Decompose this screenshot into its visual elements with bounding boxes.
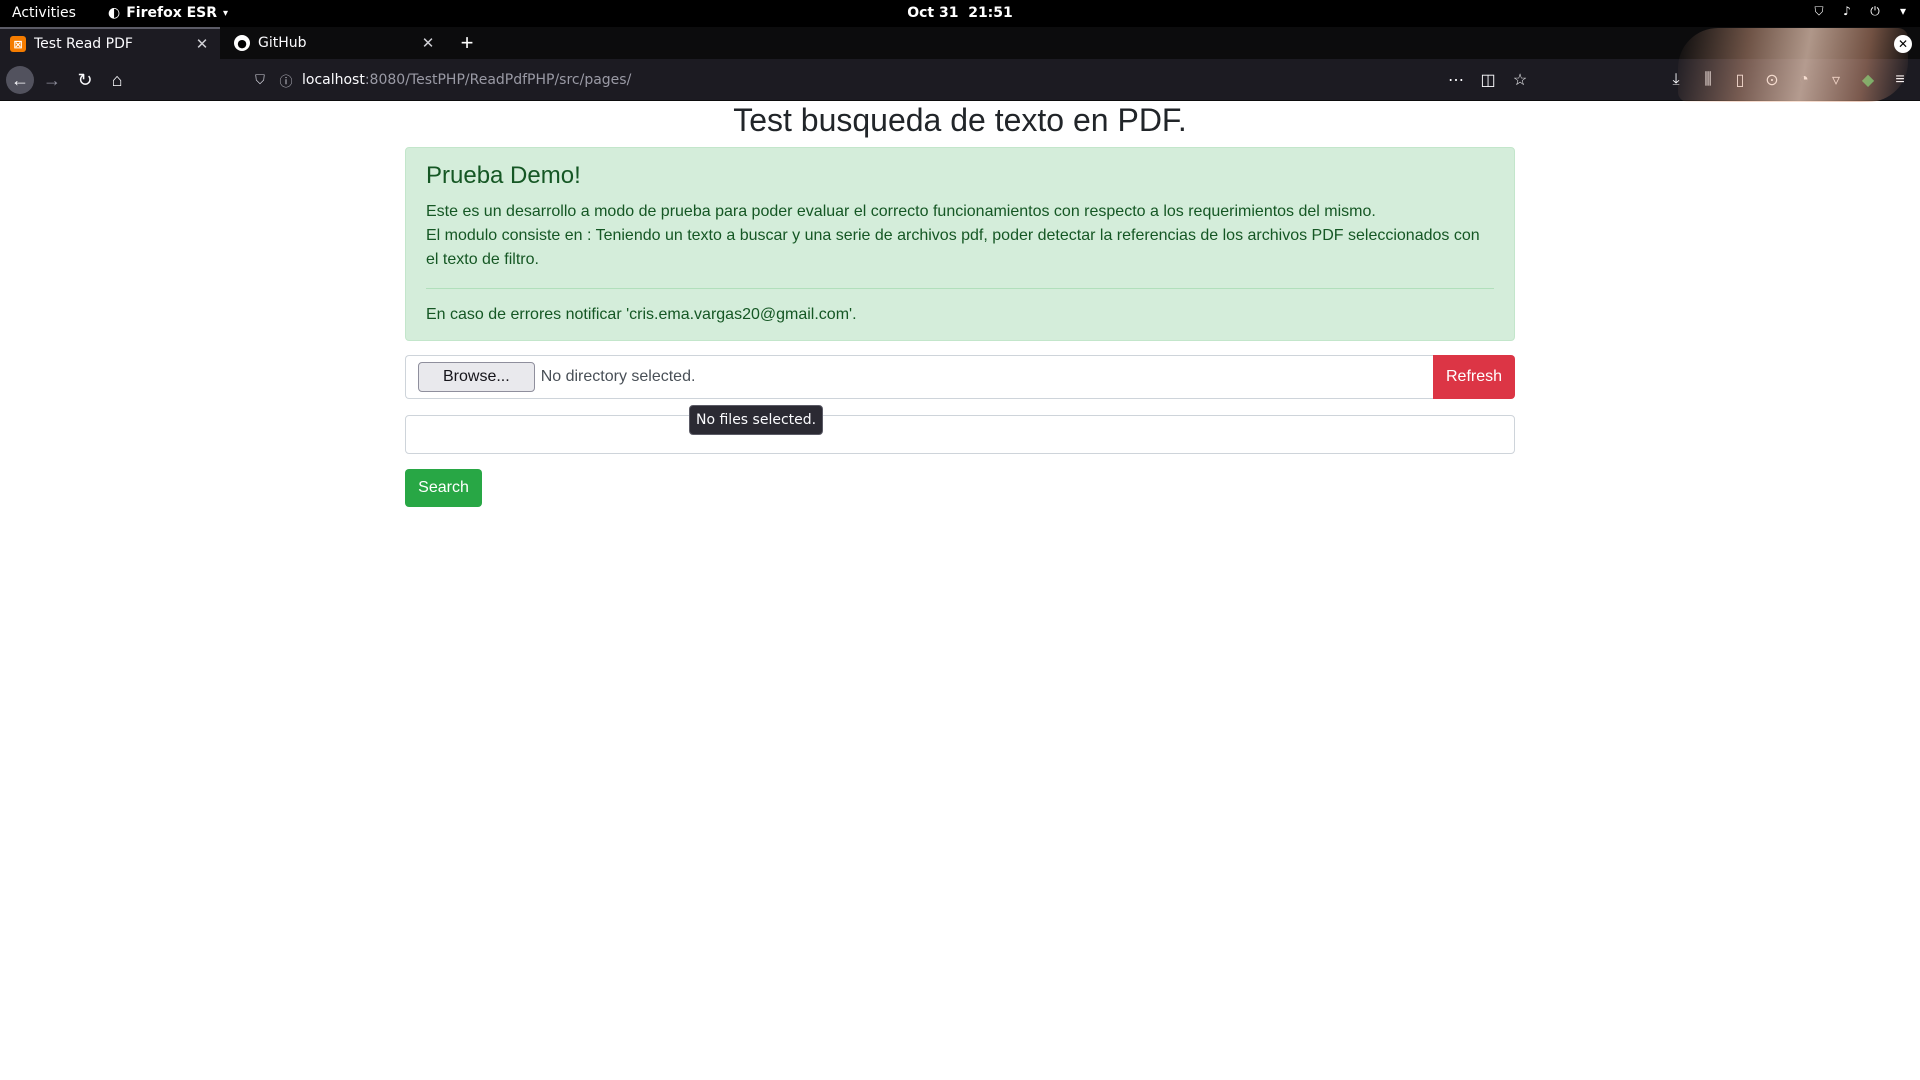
tab-title: Test Read PDF [34,36,133,52]
tab-github[interactable]: ● GitHub ✕ [224,27,446,59]
more-actions-icon[interactable]: ⋯ [1446,66,1466,94]
clock-time: 21:51 [968,5,1013,21]
search-button[interactable]: Search [405,469,482,507]
demo-alert: Prueba Demo! Este es un desarrollo a mod… [405,147,1515,341]
info-icon[interactable]: ⓘ [276,71,296,90]
close-icon[interactable]: ✕ [192,35,212,53]
reload-button[interactable]: ↻ [71,66,99,94]
github-favicon-icon: ● [234,35,250,51]
refresh-button[interactable]: Refresh [1433,355,1515,399]
search-text-input[interactable] [405,415,1515,454]
tooltip: No files selected. [689,405,824,435]
divider [426,288,1494,289]
theme-decoration [1678,28,1908,102]
directory-file-input[interactable]: Browse... No directory selected. [405,355,1433,399]
alert-footer: En caso de errores notificar 'cris.ema.v… [426,306,857,323]
shield-icon: ⛉ [1814,4,1824,18]
alert-text: El modulo consiste en : Teniendo un text… [426,227,1480,268]
forward-button[interactable]: → [38,66,66,94]
directory-input-group: Browse... No directory selected. Refresh [405,355,1515,399]
alert-text: Este es un desarrollo a modo de prueba p… [426,203,1376,220]
navigation-toolbar: ← → ↻ ⌂ ⛉ ⓘ localhost:8080/TestPHP/ReadP… [0,59,1920,101]
status-area[interactable]: ⛉ ♪ ⏻ ▾ [1812,4,1910,18]
pdf-favicon-icon: ⊠ [10,36,26,52]
close-icon[interactable]: ✕ [418,34,438,52]
chevron-down-icon: ▾ [1899,4,1907,18]
file-status: No directory selected. [540,368,696,385]
new-tab-button[interactable]: + [455,27,479,59]
pocket-icon[interactable]: ◫ [1478,66,1498,94]
tracking-protection-icon[interactable]: ⛉ [250,73,270,88]
bookmark-star-icon[interactable]: ☆ [1510,66,1530,94]
back-button[interactable]: ← [6,66,34,94]
clock[interactable]: Oct 31 21:51 [0,5,1920,21]
power-icon: ⏻ [1870,4,1880,18]
close-icon[interactable]: ✕ [1894,35,1912,53]
url-host: localhost [302,72,365,88]
home-button[interactable]: ⌂ [103,66,131,94]
page-title: Test busqueda de texto en PDF. [733,102,1187,138]
system-top-bar: Activities ◐ Firefox ESR ▾ Oct 31 21:51 … [0,0,1920,27]
url-bar[interactable]: ⛉ ⓘ localhost:8080/TestPHP/ReadPdfPHP/sr… [250,66,1515,94]
page-content: Test busqueda de texto en PDF. Prueba De… [0,102,1920,1080]
tab-test-read-pdf[interactable]: ⊠ Test Read PDF ✕ [0,27,220,59]
tab-strip: ⊠ Test Read PDF ✕ ● GitHub ✕ [0,27,1920,59]
url-actions: ⋯ ◫ ☆ [1446,66,1530,94]
volume-icon: ♪ [1843,4,1851,18]
clock-date: Oct 31 [907,5,959,21]
url-path: :8080/TestPHP/ReadPdfPHP/src/pages/ [364,72,632,88]
alert-heading: Prueba Demo! [426,162,581,189]
tab-title: GitHub [258,35,307,51]
browse-button[interactable]: Browse... [418,362,535,392]
